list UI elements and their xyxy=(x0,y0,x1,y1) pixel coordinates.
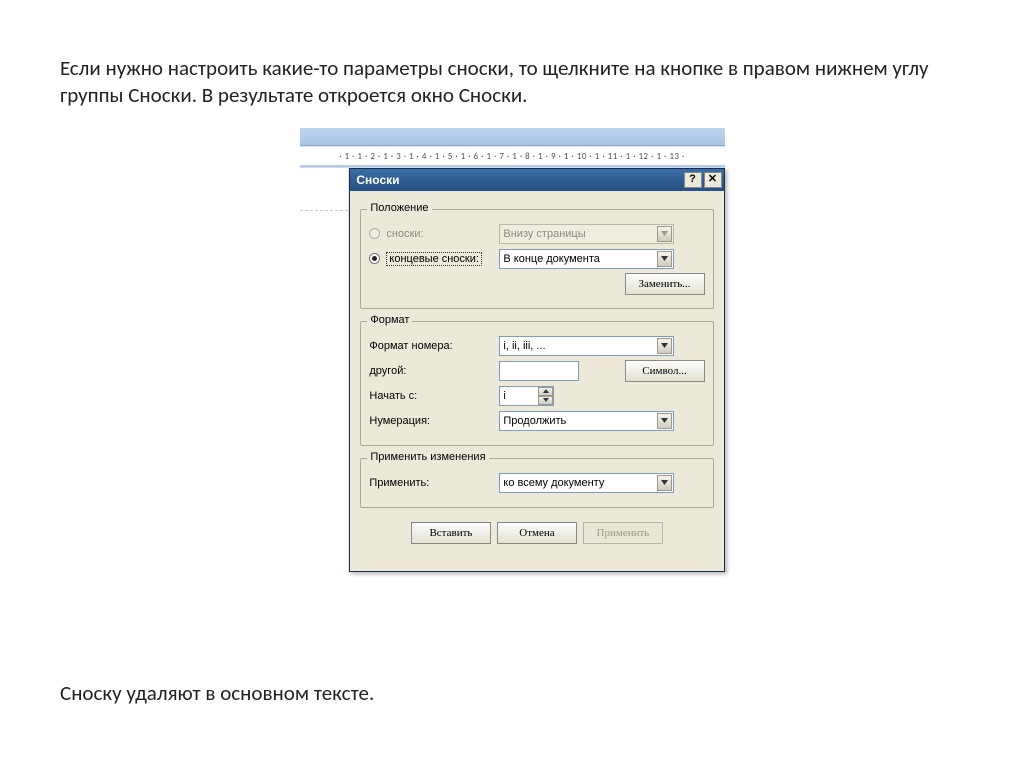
left-margin xyxy=(300,168,350,572)
document-area: Сноски ? ✕ Положение сноски: Внизу стран… xyxy=(300,168,725,572)
apply-to-label: Применить: xyxy=(369,477,499,489)
custom-mark-input[interactable] xyxy=(499,361,579,381)
footnotes-radio-row[interactable]: сноски: xyxy=(369,228,499,240)
endnotes-radio[interactable] xyxy=(369,253,380,264)
format-group-label: Формат xyxy=(367,314,412,326)
dialog-titlebar[interactable]: Сноски ? ✕ xyxy=(350,169,723,191)
help-button[interactable]: ? xyxy=(684,172,702,188)
cancel-button[interactable]: Отмена xyxy=(497,522,577,544)
insert-button[interactable]: Вставить xyxy=(411,522,491,544)
footnotes-radio-label: сноски: xyxy=(386,228,423,240)
intro-text: Если нужно настроить какие-то параметры … xyxy=(0,0,1024,110)
numbering-combo[interactable]: Продолжить xyxy=(499,411,674,431)
screenshot-container: · 1 · 1 · 2 · 1 · 3 · 1 · 4 · 1 · 5 · 1 … xyxy=(300,128,725,572)
symbol-button[interactable]: Символ... xyxy=(625,360,705,382)
endnotes-radio-row[interactable]: концевые сноски: xyxy=(369,252,499,266)
ruler: · 1 · 1 · 2 · 1 · 3 · 1 · 4 · 1 · 5 · 1 … xyxy=(300,146,725,168)
chevron-down-icon[interactable] xyxy=(657,413,672,429)
endnotes-location-combo[interactable]: В конце документа xyxy=(499,249,674,269)
ghost-lines xyxy=(300,210,349,214)
endnotes-radio-label: концевые сноски: xyxy=(386,252,482,266)
number-format-label: Формат номера: xyxy=(369,340,499,352)
chevron-down-icon xyxy=(657,226,672,242)
footnotes-dialog: Сноски ? ✕ Положение сноски: Внизу стран… xyxy=(349,168,724,572)
apply-changes-group-label: Применить изменения xyxy=(367,451,488,463)
endnotes-location-value: В конце документа xyxy=(503,253,600,265)
number-format-combo[interactable]: i, ii, iii, ... xyxy=(499,336,674,356)
footnotes-location-value: Внизу страницы xyxy=(503,228,585,240)
dialog-title: Сноски xyxy=(356,173,399,187)
apply-button: Применить xyxy=(583,522,663,544)
word-window-strip xyxy=(300,128,725,146)
position-group-label: Положение xyxy=(367,202,431,214)
numbering-value: Продолжить xyxy=(503,415,566,427)
chevron-down-icon[interactable] xyxy=(657,251,672,267)
apply-to-combo[interactable]: ко всему документу xyxy=(499,473,674,493)
chevron-down-icon[interactable] xyxy=(657,338,672,354)
numbering-label: Нумерация: xyxy=(369,415,499,427)
chevron-down-icon[interactable] xyxy=(657,475,672,491)
spinner-down-icon[interactable] xyxy=(538,396,553,405)
close-button[interactable]: ✕ xyxy=(704,172,722,188)
start-at-value: i xyxy=(503,390,505,402)
start-at-spinner[interactable]: i xyxy=(499,386,554,406)
position-group: Положение сноски: Внизу страницы xyxy=(360,209,713,309)
spinner-up-icon[interactable] xyxy=(538,387,553,396)
outro-text: Сноску удаляют в основном тексте. xyxy=(60,680,374,706)
start-at-label: Начать с: xyxy=(369,390,499,402)
apply-to-value: ко всему документу xyxy=(503,477,604,489)
apply-changes-group: Применить изменения Применить: ко всему … xyxy=(360,458,713,508)
footnotes-radio[interactable] xyxy=(369,228,380,239)
number-format-value: i, ii, iii, ... xyxy=(503,340,545,352)
footnotes-location-combo: Внизу страницы xyxy=(499,224,674,244)
replace-button[interactable]: Заменить... xyxy=(625,273,705,295)
custom-mark-label: другой: xyxy=(369,365,499,377)
format-group: Формат Формат номера: i, ii, iii, ... др… xyxy=(360,321,713,446)
